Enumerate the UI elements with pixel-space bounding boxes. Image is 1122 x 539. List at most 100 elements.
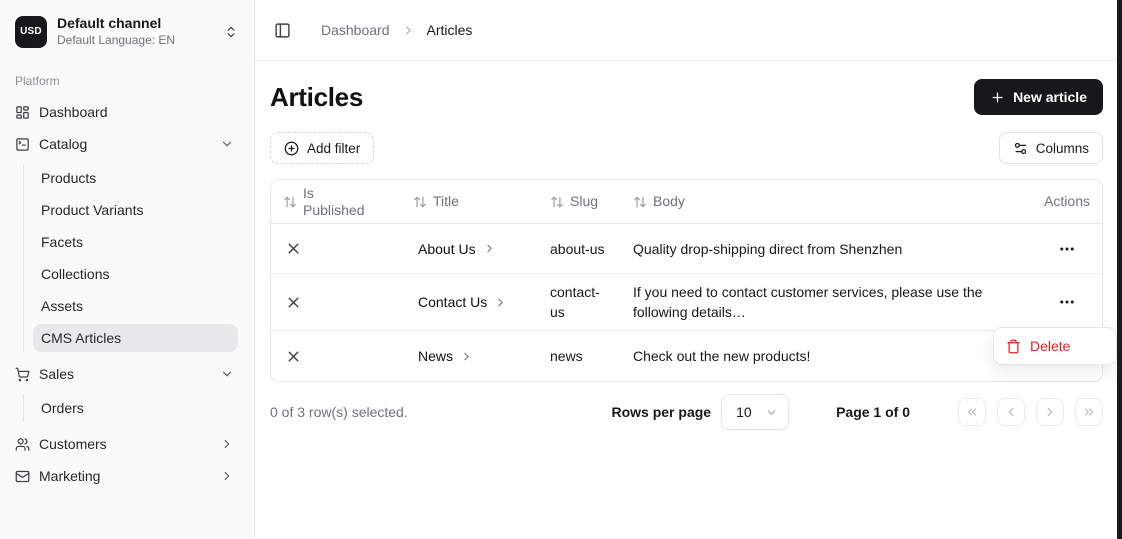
- breadcrumb: Dashboard Articles: [321, 22, 472, 38]
- chevrons-left-icon: [965, 405, 979, 419]
- title-text: About Us: [418, 239, 476, 259]
- sidebar-item-cms-articles[interactable]: CMS Articles: [33, 324, 238, 352]
- sidebar-item-label: Assets: [41, 298, 83, 314]
- pagination-controls: Rows per page 10 Page 1 of 0: [611, 394, 1103, 430]
- first-page-button[interactable]: [958, 398, 986, 426]
- rows-per-page-value: 10: [736, 404, 752, 420]
- sidebar-item-sales[interactable]: Sales: [15, 360, 238, 388]
- table-row[interactable]: News news Check out the new products!: [271, 331, 1102, 381]
- sort-arrows-icon[interactable]: [633, 195, 647, 209]
- sidebar-item-marketing[interactable]: Marketing: [15, 462, 238, 490]
- selected-rows-info: 0 of 3 row(s) selected.: [270, 404, 408, 420]
- page-info: Page 1 of 0: [836, 404, 910, 420]
- sidebar-item-label: Product Variants: [41, 202, 143, 218]
- channel-badge: USD: [15, 16, 47, 48]
- article-slug: contact-us: [538, 274, 618, 330]
- chevron-right-icon: [494, 296, 507, 309]
- chevron-right-icon: [402, 24, 415, 37]
- delete-label: Delete: [1030, 338, 1070, 354]
- shopping-cart-icon: [15, 367, 30, 382]
- new-article-label: New article: [1013, 89, 1087, 105]
- new-article-button[interactable]: New article: [974, 79, 1103, 115]
- sidebar-item-product-variants[interactable]: Product Variants: [33, 196, 238, 224]
- sort-arrows-icon[interactable]: [283, 195, 297, 209]
- channel-meta: Default channel Default Language: EN: [57, 15, 214, 48]
- published-status: [271, 286, 401, 319]
- mail-icon: [15, 469, 30, 484]
- article-body: If you need to contact customer services…: [621, 274, 992, 330]
- table-header-row: Is Published Title Slug: [271, 180, 1102, 224]
- main-content: Dashboard Articles Articles New article …: [255, 0, 1118, 539]
- add-filter-label: Add filter: [307, 141, 360, 156]
- sidebar-item-label: Customers: [39, 436, 107, 452]
- column-label: Slug: [570, 193, 598, 210]
- column-header-actions: Actions: [992, 189, 1102, 214]
- published-status: [271, 232, 401, 265]
- sidebar-item-orders[interactable]: Orders: [33, 394, 238, 422]
- breadcrumb-articles: Articles: [427, 22, 473, 38]
- content-area: Articles New article Add filter Columns: [255, 61, 1118, 430]
- chevron-down-icon: [220, 137, 234, 151]
- previous-page-button[interactable]: [997, 398, 1025, 426]
- title-text: News: [418, 346, 453, 366]
- platform-section-label: Platform: [15, 74, 238, 88]
- article-body: Check out the new products!: [621, 338, 992, 374]
- screen-edge-strip: [1117, 0, 1122, 539]
- more-horizontal-icon[interactable]: [1058, 293, 1076, 311]
- columns-label: Columns: [1036, 141, 1089, 156]
- chevron-right-icon: [220, 469, 234, 483]
- column-header-body[interactable]: Body: [621, 189, 992, 214]
- delete-menu-item[interactable]: Delete: [998, 332, 1112, 360]
- last-page-button[interactable]: [1075, 398, 1103, 426]
- chevron-right-icon: [220, 437, 234, 451]
- breadcrumb-dashboard[interactable]: Dashboard: [321, 22, 390, 38]
- catalog-submenu: Products Product Variants Facets Collect…: [23, 164, 238, 352]
- row-actions: [992, 285, 1102, 319]
- title-text: Contact Us: [418, 292, 487, 312]
- add-filter-button[interactable]: Add filter: [270, 132, 374, 164]
- rows-per-page-label: Rows per page: [611, 404, 711, 420]
- next-page-button[interactable]: [1036, 398, 1064, 426]
- article-title-link[interactable]: About Us: [401, 231, 538, 267]
- plus-icon: [990, 90, 1005, 105]
- sort-arrows-icon[interactable]: [413, 195, 427, 209]
- body-text: Check out the new products!: [633, 346, 810, 366]
- page-title: Articles: [270, 82, 363, 113]
- sidebar-item-facets[interactable]: Facets: [33, 228, 238, 256]
- column-header-slug[interactable]: Slug: [538, 189, 621, 214]
- table-row[interactable]: Contact Us contact-us If you need to con…: [271, 274, 1102, 331]
- articles-table: Is Published Title Slug: [270, 179, 1103, 382]
- sidebar-item-label: Dashboard: [39, 104, 108, 120]
- column-header-title[interactable]: Title: [401, 189, 538, 214]
- table-row[interactable]: About Us about-us Quality drop-shipping …: [271, 224, 1102, 274]
- sidebar-item-catalog[interactable]: Catalog: [15, 130, 238, 158]
- column-header-is-published[interactable]: Is Published: [271, 181, 401, 223]
- sidebar-item-customers[interactable]: Customers: [15, 430, 238, 458]
- article-title-link[interactable]: Contact Us: [401, 284, 538, 320]
- columns-button[interactable]: Columns: [999, 132, 1103, 164]
- more-horizontal-icon[interactable]: [1058, 240, 1076, 258]
- column-label: Body: [653, 193, 685, 210]
- sales-submenu: Orders: [23, 394, 238, 422]
- x-icon: [285, 240, 302, 257]
- channel-name: Default channel: [57, 15, 214, 32]
- channel-switcher[interactable]: USD Default channel Default Language: EN: [15, 15, 238, 48]
- square-terminal-icon: [15, 137, 30, 152]
- column-label: Actions: [1044, 193, 1090, 210]
- table-footer: 0 of 3 row(s) selected. Rows per page 10…: [270, 394, 1103, 430]
- panel-left-toggle-icon[interactable]: [274, 22, 291, 39]
- sidebar-item-assets[interactable]: Assets: [33, 292, 238, 320]
- sort-arrows-icon[interactable]: [550, 195, 564, 209]
- sidebar-item-collections[interactable]: Collections: [33, 260, 238, 288]
- sidebar-nav: Dashboard Catalog Products Product Varia…: [15, 98, 238, 490]
- article-title-link[interactable]: News: [401, 338, 538, 374]
- sidebar-item-products[interactable]: Products: [33, 164, 238, 192]
- chevron-down-icon: [220, 367, 234, 381]
- page-header: Articles New article: [270, 79, 1103, 115]
- sidebar-item-label: Catalog: [39, 136, 87, 152]
- x-icon: [285, 294, 302, 311]
- sidebar-item-label: Collections: [41, 266, 109, 282]
- rows-per-page-select[interactable]: 10: [721, 394, 789, 430]
- sidebar-item-dashboard[interactable]: Dashboard: [15, 98, 238, 126]
- article-slug: about-us: [538, 231, 618, 267]
